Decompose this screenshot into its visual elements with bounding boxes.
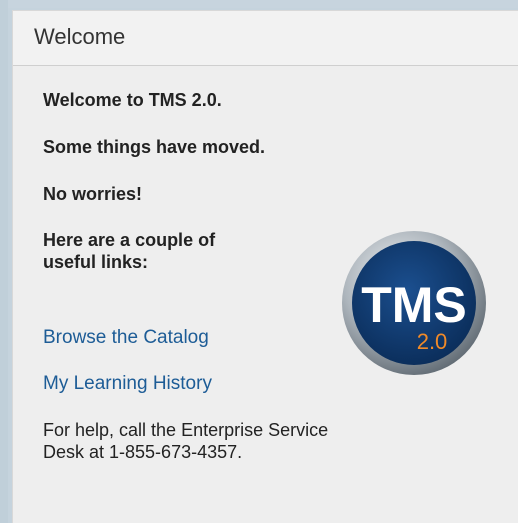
panel-header: Welcome [13, 11, 518, 66]
left-border [0, 0, 8, 523]
tms-logo: TMS 2.0 [339, 228, 489, 378]
browse-catalog-link[interactable]: Browse the Catalog [43, 327, 209, 349]
top-border [0, 0, 518, 8]
welcome-panel: Welcome Welcome to TMS 2.0. Some things … [12, 10, 518, 523]
logo-main-text: TMS [361, 277, 467, 333]
no-worries-line: No worries! [43, 184, 143, 204]
panel-title: Welcome [34, 24, 126, 49]
moved-line: Some things have moved. [43, 137, 266, 157]
useful-links-line: Here are a couple of useful links: [43, 230, 216, 272]
welcome-line: Welcome to TMS 2.0. [43, 90, 222, 110]
help-text: For help, call the Enterprise Service De… [43, 420, 329, 462]
learning-history-link[interactable]: My Learning History [43, 373, 212, 395]
logo-version-text: 2.0 [417, 329, 448, 354]
